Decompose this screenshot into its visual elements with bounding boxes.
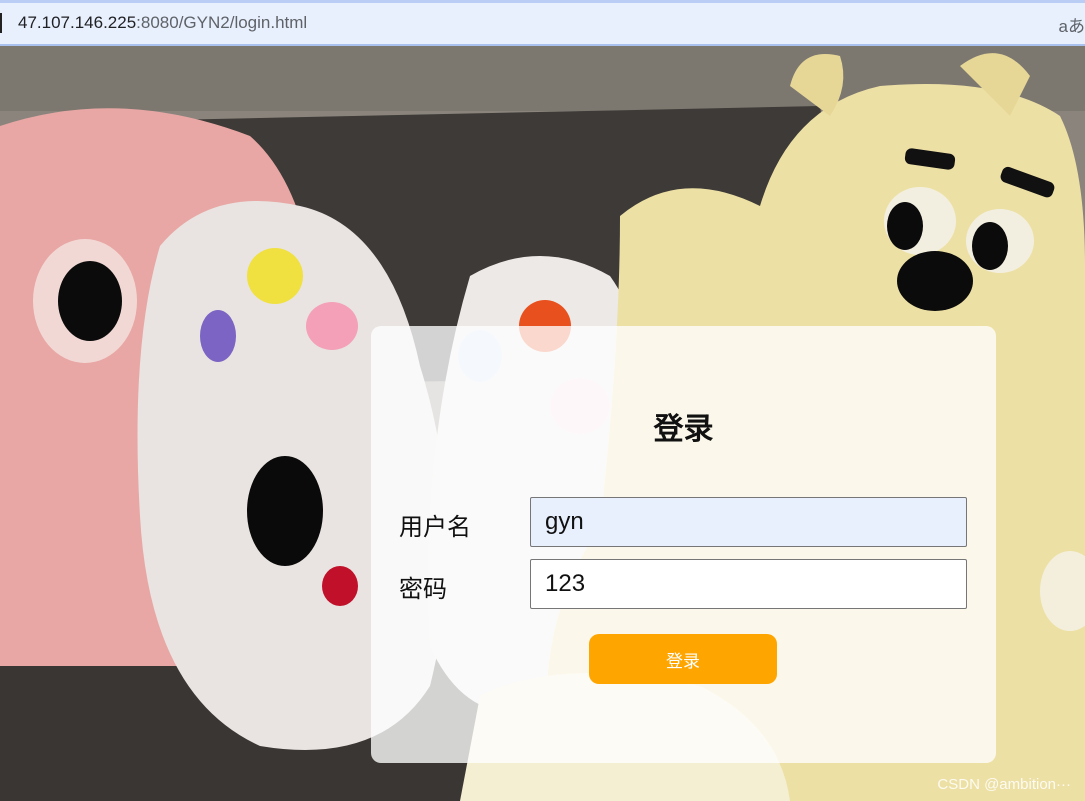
password-label: 密码: [399, 575, 447, 603]
watermark: CSDN @ambition···: [937, 776, 1071, 793]
url-path: :8080/GYN2/login.html: [136, 13, 308, 32]
username-input[interactable]: [530, 497, 967, 547]
text-caret: [0, 13, 2, 33]
username-label: 用户名: [399, 513, 471, 541]
password-input[interactable]: [530, 559, 967, 609]
url-text[interactable]: 47.107.146.225:8080/GYN2/login.html: [18, 13, 307, 33]
login-button[interactable]: 登录: [589, 634, 777, 684]
translate-icon[interactable]: aあ: [1059, 12, 1085, 37]
browser-address-bar[interactable]: 47.107.146.225:8080/GYN2/login.html aあ: [0, 0, 1085, 46]
url-host: 47.107.146.225: [18, 13, 137, 32]
login-title: 登录: [653, 412, 714, 447]
login-card: 登录 用户名 密码 登录: [371, 326, 996, 763]
